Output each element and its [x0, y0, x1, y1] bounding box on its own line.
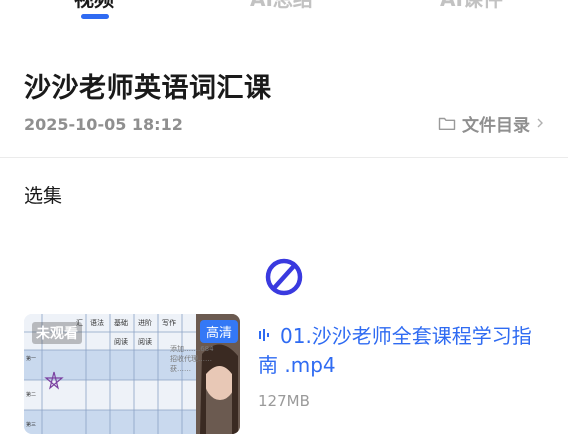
- episode-title-text: 01.沙沙老师全套课程学习指南 .mp4: [258, 324, 532, 377]
- episode-file-size: 127MB: [258, 392, 310, 410]
- active-tab-indicator: [81, 14, 109, 19]
- thumbnail-subheader: 阅读: [138, 337, 152, 346]
- file-directory-label: 文件目录: [462, 115, 530, 136]
- folder-icon: [438, 117, 456, 130]
- chevron-right-icon: [537, 118, 543, 128]
- no-entry-icon: [265, 258, 303, 296]
- watermark-line: 招收代理……: [170, 355, 212, 363]
- tab-ai-courseware[interactable]: AI课件: [440, 0, 503, 12]
- thumbnail-row-label: 第三: [26, 421, 36, 428]
- audio-wave-icon: [259, 329, 269, 341]
- thumbnail-watermark: 添加…….684 招收代理…… 获……: [170, 344, 240, 374]
- thumbnail-header: 基础: [114, 318, 128, 327]
- thumbnail-header: 进阶: [138, 318, 152, 327]
- course-title: 沙沙老师英语词汇课: [24, 73, 272, 104]
- hd-quality-badge: 高清: [199, 320, 238, 343]
- thumbnail-subheader: 阅读: [114, 337, 128, 346]
- file-directory-link[interactable]: 文件目录: [438, 112, 544, 136]
- thumbnail-row-label: 第一: [26, 355, 36, 362]
- episode-title[interactable]: 01.沙沙老师全套课程学习指南 .mp4: [258, 322, 548, 380]
- thumbnail-header: 写作: [162, 318, 176, 327]
- watermark-line: 获……: [170, 365, 191, 373]
- tab-video[interactable]: 视频: [74, 0, 114, 12]
- tab-ai-summary[interactable]: AI总结: [250, 0, 313, 12]
- watermark-line: 添加…….684: [170, 345, 214, 353]
- course-date: 2025-10-05 18:12: [24, 115, 183, 134]
- thumbnail-header: 语法: [90, 318, 104, 327]
- tab-bar: 视频 AI总结 AI课件: [0, 0, 568, 36]
- divider: [0, 157, 568, 158]
- episodes-section-title: 选集: [24, 185, 63, 207]
- thumbnail-row-label: 第二: [26, 391, 36, 398]
- unwatched-badge: 未观看: [32, 322, 82, 344]
- episode-thumbnail[interactable]: 汇 语法 基础 进阶 写作 阅读 阅读 第一 第二 第三 添加…….684 招收…: [24, 314, 240, 434]
